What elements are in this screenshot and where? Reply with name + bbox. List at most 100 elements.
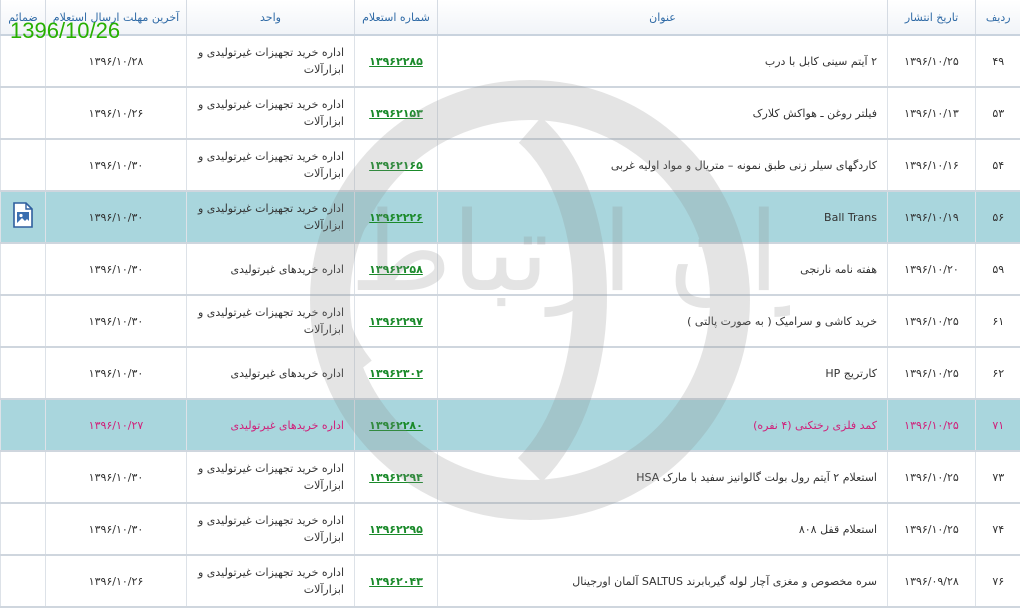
- table-row[interactable]: ۷۳ ۱۳۹۶/۱۰/۲۵ استعلام ۲ آیتم رول بولت گا…: [1, 451, 1020, 503]
- inquiry-title: ۲ آیتم سینی کابل با درب: [438, 35, 888, 87]
- inquiry-number-cell: ۱۳۹۶۲۲۸۵: [355, 35, 438, 87]
- unit: اداره خرید تجهیزات غیرتولیدی و ابزارآلات: [187, 295, 355, 347]
- publish-date: ۱۳۹۶/۰۹/۲۸: [888, 555, 976, 607]
- inquiry-number-cell: ۱۳۹۶۲۱۶۵: [355, 139, 438, 191]
- row-number: ۷۱: [976, 399, 1020, 451]
- inquiry-number-cell: ۱۳۹۶۲۰۴۳: [355, 555, 438, 607]
- inquiry-number-link[interactable]: ۱۳۹۶۲۲۹۴: [369, 471, 423, 484]
- deadline: ۱۳۹۶/۱۰/۲۷: [46, 399, 187, 451]
- inquiry-number-cell: ۱۳۹۶۲۲۵۸: [355, 243, 438, 295]
- table-row[interactable]: ۵۳ ۱۳۹۶/۱۰/۱۳ فیلتر روغن ـ هواکش کلارک ۱…: [1, 87, 1020, 139]
- row-number: ۷۴: [976, 503, 1020, 555]
- inquiry-title: هفته نامه نارنجی: [438, 243, 888, 295]
- attachments: [1, 191, 46, 243]
- table-row[interactable]: ۶۱ ۱۳۹۶/۱۰/۲۵ خرید کاشی و سرامیک ( به صو…: [1, 295, 1020, 347]
- unit: اداره خرید تجهیزات غیرتولیدی و ابزارآلات: [187, 555, 355, 607]
- header-row-number[interactable]: ردیف: [976, 0, 1020, 35]
- inquiry-title: کاردگهای سیلر زنی طبق نمونه – متریال و م…: [438, 139, 888, 191]
- inquiry-number-cell: ۱۳۹۶۲۲۹۷: [355, 295, 438, 347]
- attachments: [1, 399, 46, 451]
- publish-date: ۱۳۹۶/۱۰/۲۵: [888, 399, 976, 451]
- deadline: ۱۳۹۶/۱۰/۳۰: [46, 243, 187, 295]
- attachments: [1, 243, 46, 295]
- unit: اداره خرید تجهیزات غیرتولیدی و ابزارآلات: [187, 35, 355, 87]
- unit: اداره خرید تجهیزات غیرتولیدی و ابزارآلات: [187, 191, 355, 243]
- table-header-row: ردیف تاریخ انتشار عنوان شماره استعلام وا…: [1, 0, 1020, 35]
- unit: اداره خرید تجهیزات غیرتولیدی و ابزارآلات: [187, 87, 355, 139]
- table-row[interactable]: ۷۴ ۱۳۹۶/۱۰/۲۵ استعلام قفل ۸۰۸ ۱۳۹۶۲۲۹۵ ا…: [1, 503, 1020, 555]
- publish-date: ۱۳۹۶/۱۰/۲۵: [888, 451, 976, 503]
- row-number: ۷۳: [976, 451, 1020, 503]
- table-row[interactable]: ۵۴ ۱۳۹۶/۱۰/۱۶ کاردگهای سیلر زنی طبق نمون…: [1, 139, 1020, 191]
- row-number: ۵۹: [976, 243, 1020, 295]
- row-number: ۵۶: [976, 191, 1020, 243]
- attachments: [1, 555, 46, 607]
- row-number: ۶۱: [976, 295, 1020, 347]
- table-row-highlighted[interactable]: ۷۱ ۱۳۹۶/۱۰/۲۵ کمد فلزی رختکنی (۴ نفره) ۱…: [1, 399, 1020, 451]
- unit: اداره خریدهای غیرتولیدی: [187, 399, 355, 451]
- inquiry-title: خرید کاشی و سرامیک ( به صورت پالتی ): [438, 295, 888, 347]
- inquiry-title: کارتریج HP: [438, 347, 888, 399]
- attachments: [1, 295, 46, 347]
- row-number: ۴۹: [976, 35, 1020, 87]
- unit: اداره خریدهای غیرتولیدی: [187, 347, 355, 399]
- publish-date: ۱۳۹۶/۱۰/۲۵: [888, 503, 976, 555]
- row-number: ۷۶: [976, 555, 1020, 607]
- table-row[interactable]: ۴۹ ۱۳۹۶/۱۰/۲۵ ۲ آیتم سینی کابل با درب ۱۳…: [1, 35, 1020, 87]
- table-row[interactable]: ۷۶ ۱۳۹۶/۰۹/۲۸ سره مخصوص و مغزی آچار لوله…: [1, 555, 1020, 607]
- inquiry-title: فیلتر روغن ـ هواکش کلارک: [438, 87, 888, 139]
- deadline: ۱۳۹۶/۱۰/۳۰: [46, 347, 187, 399]
- row-number: ۵۳: [976, 87, 1020, 139]
- inquiry-number-link[interactable]: ۱۳۹۶۲۳۰۲: [369, 367, 423, 380]
- deadline: ۱۳۹۶/۱۰/۲۶: [46, 555, 187, 607]
- publish-date: ۱۳۹۶/۱۰/۱۳: [888, 87, 976, 139]
- header-title[interactable]: عنوان: [438, 0, 888, 35]
- deadline: ۱۳۹۶/۱۰/۳۰: [46, 191, 187, 243]
- attachments: [1, 451, 46, 503]
- unit: اداره خرید تجهیزات غیرتولیدی و ابزارآلات: [187, 503, 355, 555]
- table-row-selected[interactable]: ۵۶ ۱۳۹۶/۱۰/۱۹ Ball Trans ۱۳۹۶۲۲۲۶ اداره …: [1, 191, 1020, 243]
- unit: اداره خریدهای غیرتولیدی: [187, 243, 355, 295]
- table-row[interactable]: ۵۹ ۱۳۹۶/۱۰/۲۰ هفته نامه نارنجی ۱۳۹۶۲۲۵۸ …: [1, 243, 1020, 295]
- deadline: ۱۳۹۶/۱۰/۲۶: [46, 87, 187, 139]
- table-row[interactable]: ۶۲ ۱۳۹۶/۱۰/۲۵ کارتریج HP ۱۳۹۶۲۳۰۲ اداره …: [1, 347, 1020, 399]
- publish-date: ۱۳۹۶/۱۰/۱۶: [888, 139, 976, 191]
- inquiry-title: کمد فلزی رختکنی (۴ نفره): [438, 399, 888, 451]
- inquiry-number-link[interactable]: ۱۳۹۶۲۰۴۳: [369, 575, 423, 588]
- unit: اداره خرید تجهیزات غیرتولیدی و ابزارآلات: [187, 139, 355, 191]
- attachments: [1, 87, 46, 139]
- inquiry-number-cell: ۱۳۹۶۲۲۹۴: [355, 451, 438, 503]
- inquiry-number-cell: ۱۳۹۶۲۲۲۶: [355, 191, 438, 243]
- deadline: ۱۳۹۶/۱۰/۳۰: [46, 503, 187, 555]
- overlay-date: 1396/10/26: [10, 18, 120, 44]
- inquiry-number-link[interactable]: ۱۳۹۶۲۲۸۵: [369, 55, 423, 68]
- inquiry-number-cell: ۱۳۹۶۲۲۸۰: [355, 399, 438, 451]
- attachments: [1, 139, 46, 191]
- inquiry-title: سره مخصوص و مغزی آچار لوله گیربابرند SAL…: [438, 555, 888, 607]
- inquiry-number-link[interactable]: ۱۳۹۶۲۱۵۳: [369, 107, 423, 120]
- inquiry-number-link[interactable]: ۱۳۹۶۲۲۹۷: [369, 315, 423, 328]
- deadline: ۱۳۹۶/۱۰/۳۰: [46, 295, 187, 347]
- inquiry-number-link[interactable]: ۱۳۹۶۲۱۶۵: [369, 159, 423, 172]
- inquiry-title: استعلام ۲ آیتم رول بولت گالوانیز سفید با…: [438, 451, 888, 503]
- publish-date: ۱۳۹۶/۱۰/۱۹: [888, 191, 976, 243]
- publish-date: ۱۳۹۶/۱۰/۲۵: [888, 347, 976, 399]
- deadline: ۱۳۹۶/۱۰/۳۰: [46, 139, 187, 191]
- header-inquiry-number[interactable]: شماره استعلام: [355, 0, 438, 35]
- inquiry-number-link[interactable]: ۱۳۹۶۲۲۸۰: [369, 419, 423, 432]
- publish-date: ۱۳۹۶/۱۰/۲۵: [888, 35, 976, 87]
- header-publish-date[interactable]: تاریخ انتشار: [888, 0, 976, 35]
- unit: اداره خرید تجهیزات غیرتولیدی و ابزارآلات: [187, 451, 355, 503]
- attachments: [1, 347, 46, 399]
- inquiry-number-cell: ۱۳۹۶۲۳۰۲: [355, 347, 438, 399]
- inquiry-title: Ball Trans: [438, 191, 888, 243]
- inquiry-number-link[interactable]: ۱۳۹۶۲۲۵۸: [369, 263, 423, 276]
- publish-date: ۱۳۹۶/۱۰/۲۵: [888, 295, 976, 347]
- publish-date: ۱۳۹۶/۱۰/۲۰: [888, 243, 976, 295]
- inquiry-number-link[interactable]: ۱۳۹۶۲۲۲۶: [369, 211, 423, 224]
- deadline: ۱۳۹۶/۱۰/۳۰: [46, 451, 187, 503]
- header-unit[interactable]: واحد: [187, 0, 355, 35]
- image-attachment-icon[interactable]: [11, 202, 35, 228]
- inquiry-number-link[interactable]: ۱۳۹۶۲۲۹۵: [369, 523, 423, 536]
- attachments: [1, 503, 46, 555]
